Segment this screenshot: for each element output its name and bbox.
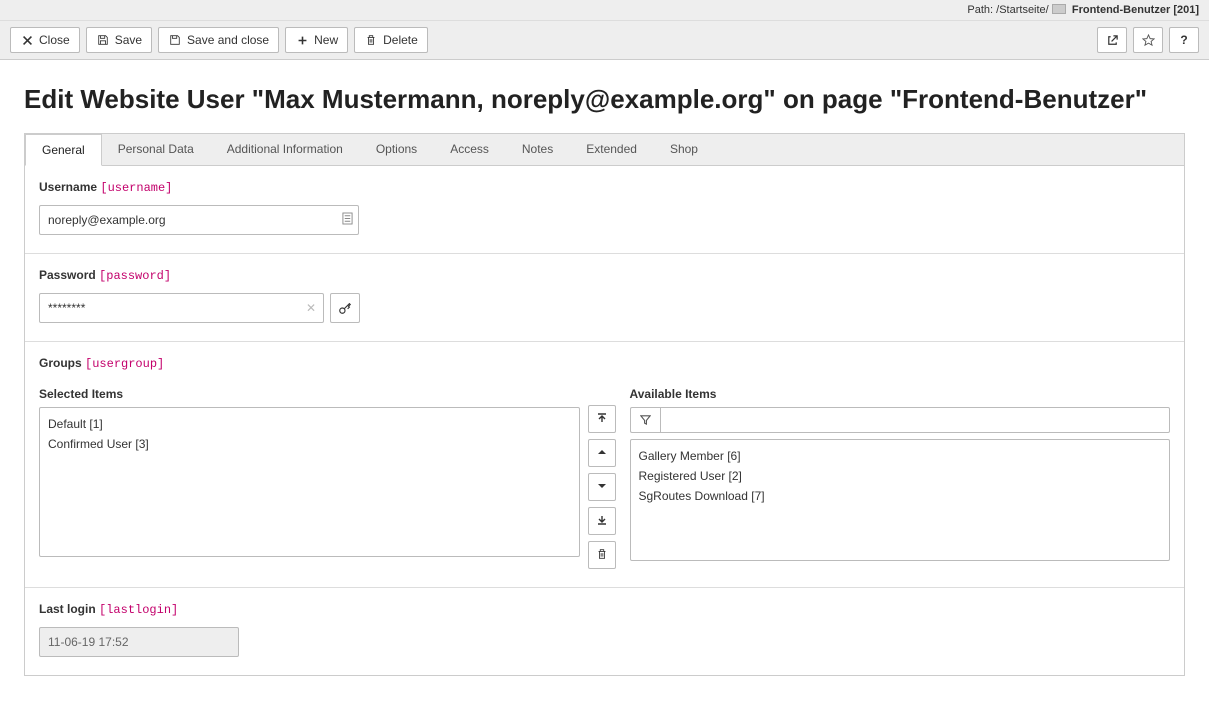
close-icon — [20, 33, 34, 47]
path-page[interactable]: Frontend-Benutzer [201] — [1072, 4, 1199, 16]
move-top-icon — [596, 412, 608, 427]
password-input[interactable] — [39, 293, 324, 323]
list-item[interactable]: Default [1] — [48, 414, 571, 434]
external-link-icon — [1105, 33, 1119, 47]
list-item[interactable]: Confirmed User [3] — [48, 434, 571, 454]
lastlogin-label: Last login [lastlogin] — [39, 602, 1170, 617]
bookmark-button[interactable] — [1133, 27, 1163, 53]
trash-icon — [596, 548, 608, 563]
remove-item-button[interactable] — [588, 541, 616, 569]
move-up-button[interactable] — [588, 439, 616, 467]
username-label: Username [username] — [39, 180, 1170, 195]
content-area: Edit Website User "Max Mustermann, norep… — [0, 60, 1209, 694]
selected-items-label: Selected Items — [39, 387, 580, 401]
selected-column: Selected Items Default [1] Confirmed Use… — [39, 381, 580, 557]
list-item[interactable]: Gallery Member [6] — [639, 446, 1162, 466]
groups-label: Groups [usergroup] — [39, 356, 1170, 371]
password-key: [password] — [99, 269, 171, 283]
toolbar-right: ? — [1097, 27, 1199, 53]
field-password-section: Password [password] ✕ — [25, 254, 1184, 342]
field-username-section: Username [username] — [25, 166, 1184, 254]
move-bottom-icon — [596, 514, 608, 529]
chevron-down-icon — [596, 480, 608, 495]
list-controls — [588, 405, 622, 569]
breadcrumb: Path: /Startseite/ Frontend-Benutzer [20… — [0, 0, 1209, 21]
path-crumb[interactable]: /Startseite/ — [996, 4, 1049, 16]
tab-general[interactable]: General — [25, 134, 102, 166]
save-label: Save — [115, 33, 142, 47]
close-button[interactable]: Close — [10, 27, 80, 53]
username-input[interactable] — [39, 205, 359, 235]
help-button[interactable]: ? — [1169, 27, 1199, 53]
new-button[interactable]: New — [285, 27, 348, 53]
tabbar: General Personal Data Additional Informa… — [24, 133, 1185, 165]
page-title: Edit Website User "Max Mustermann, norep… — [24, 84, 1185, 115]
toolbar: Close Save Save and close New Delete — [0, 21, 1209, 60]
available-column: Available Items Gallery Member [6] Regis… — [630, 381, 1171, 561]
username-suggest-icon[interactable] — [342, 212, 353, 228]
available-items-label: Available Items — [630, 387, 1171, 401]
groups-key: [usergroup] — [85, 357, 164, 371]
password-label: Password [password] — [39, 268, 1170, 283]
available-items-list[interactable]: Gallery Member [6] Registered User [2] S… — [630, 439, 1171, 561]
toolbar-left: Close Save Save and close New Delete — [10, 27, 428, 53]
tab-extended[interactable]: Extended — [570, 134, 654, 165]
field-lastlogin-section: Last login [lastlogin] — [25, 588, 1184, 675]
lastlogin-input — [39, 627, 239, 657]
tab-personal-data[interactable]: Personal Data — [102, 134, 211, 165]
password-clear-icon[interactable]: ✕ — [306, 301, 316, 315]
save-close-icon — [168, 33, 182, 47]
username-key: [username] — [100, 181, 172, 195]
delete-button[interactable]: Delete — [354, 27, 428, 53]
help-icon: ? — [1177, 33, 1191, 47]
save-close-button[interactable]: Save and close — [158, 27, 279, 53]
open-external-button[interactable] — [1097, 27, 1127, 53]
selected-items-list[interactable]: Default [1] Confirmed User [3] — [39, 407, 580, 557]
plus-icon — [295, 33, 309, 47]
tab-additional-information[interactable]: Additional Information — [211, 134, 360, 165]
trash-icon — [364, 33, 378, 47]
star-icon — [1141, 33, 1155, 47]
delete-label: Delete — [383, 33, 418, 47]
key-icon — [338, 301, 352, 315]
move-top-button[interactable] — [588, 405, 616, 433]
tab-notes[interactable]: Notes — [506, 134, 570, 165]
list-item[interactable]: SgRoutes Download [7] — [639, 486, 1162, 506]
new-label: New — [314, 33, 338, 47]
tab-options[interactable]: Options — [360, 134, 434, 165]
close-label: Close — [39, 33, 70, 47]
move-down-button[interactable] — [588, 473, 616, 501]
tab-shop[interactable]: Shop — [654, 134, 715, 165]
tab-access[interactable]: Access — [434, 134, 506, 165]
page-icon — [1052, 4, 1066, 14]
filter-input[interactable] — [660, 407, 1171, 433]
move-bottom-button[interactable] — [588, 507, 616, 535]
lastlogin-key: [lastlogin] — [99, 603, 178, 617]
filter-icon — [640, 413, 651, 428]
filter-button[interactable] — [630, 407, 660, 433]
save-icon — [96, 33, 110, 47]
path-prefix: Path: — [967, 4, 993, 16]
field-groups-section: Groups [usergroup] Selected Items Defaul… — [25, 342, 1184, 588]
tab-panel: Username [username] Password [password] — [24, 165, 1185, 676]
chevron-up-icon — [596, 446, 608, 461]
save-close-label: Save and close — [187, 33, 269, 47]
save-button[interactable]: Save — [86, 27, 152, 53]
password-generate-button[interactable] — [330, 293, 360, 323]
list-item[interactable]: Registered User [2] — [639, 466, 1162, 486]
